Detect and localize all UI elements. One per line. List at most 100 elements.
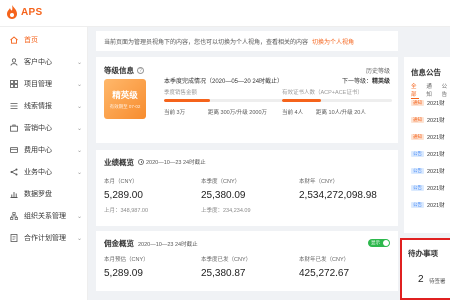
info-tag: 通知 <box>411 100 424 106</box>
sidebar-item-label: 数据罗盘 <box>24 191 52 198</box>
info-list-item[interactable]: 公告 2021财 <box>411 150 445 158</box>
chevron-down-icon: ⌄ <box>77 235 83 242</box>
next-level-text: 下一等级：精英级 <box>341 79 390 85</box>
commission-header: 佣金概览 2020—10—23 24时截止 <box>104 238 198 249</box>
sidebar-item-label: 合作计划管理 <box>24 235 66 242</box>
last-month-value: 上月：348,987.00 <box>104 208 149 214</box>
info-tag: 公告 <box>411 202 424 208</box>
info-title: 信息公告 <box>411 68 441 77</box>
fiscal-year-value: 2,534,272,098.98 <box>299 190 377 201</box>
app-root: APS 首页 客户中心 ⌄ 项目管理 ⌄ 线索情报 ⌄ 营销中心 ⌄ 费用中心 … <box>0 0 450 300</box>
cert-progress: 有效证书人数（ACP+ACE证书） <box>282 88 392 102</box>
info-list-item[interactable]: 通知 2021财 <box>411 99 445 107</box>
commission-time: 2020—10—23 24时截止 <box>138 242 198 248</box>
sidebar-item-marketing-center[interactable]: 营销中心 ⌄ <box>0 119 88 137</box>
info-list-item[interactable]: 通知 2021财 <box>411 133 445 141</box>
fiscal-year-paid-value: 425,272.67 <box>299 268 350 279</box>
todo-label[interactable]: 待签署 <box>429 277 446 285</box>
org-icon <box>10 212 18 220</box>
sales-gap: 距离 300万/升级 2000万 <box>208 110 267 116</box>
tab-notice[interactable]: 通知 <box>426 82 434 99</box>
chart-icon <box>10 192 18 198</box>
clock-icon <box>138 159 144 165</box>
sidebar-item-expense-center[interactable]: 费用中心 ⌄ <box>0 141 88 159</box>
performance-time: 2020—10—23 24时截止 <box>138 158 206 166</box>
todo-card: 待办事项 2 待签署 <box>400 238 450 300</box>
grid-icon <box>10 80 18 88</box>
tab-all[interactable]: 全部 <box>411 82 420 99</box>
chevron-down-icon: ⌄ <box>77 125 83 132</box>
info-item-text: 2021财 <box>427 186 445 192</box>
history-level-link[interactable]: 历史等级 <box>366 66 390 75</box>
sidebar-item-business-center[interactable]: 业务中心 ⌄ <box>0 163 88 181</box>
last-quarter-value: 上季度：234,234.09 <box>201 208 251 214</box>
info-item-text: 2021财 <box>427 203 445 209</box>
chevron-down-icon: ⌄ <box>77 169 83 176</box>
month-label: 本月（CNY） <box>104 179 138 185</box>
performance-title: 业绩概览 <box>104 158 134 167</box>
fiscal-year-label: 本财年（CNY） <box>299 179 339 185</box>
info-tag: 公告 <box>411 151 424 157</box>
info-item-text: 2021财 <box>427 101 445 107</box>
sidebar-item-data-compass[interactable]: 数据罗盘 <box>0 185 88 203</box>
level-badge: 精英级 有效期至 07-02 <box>104 79 146 119</box>
sidebar-item-label: 线索情报 <box>24 103 52 110</box>
info-tag: 通知 <box>411 134 424 140</box>
plan-icon <box>10 234 18 242</box>
sidebar-item-home[interactable]: 首页 <box>0 31 88 49</box>
sidebar-item-label: 费用中心 <box>24 147 52 154</box>
performance-header: 业绩概览 2020—10—23 24时截止 <box>104 157 206 168</box>
sidebar-item-partnership-plan[interactable]: 合作计划管理 ⌄ <box>0 229 88 247</box>
info-panel: 信息公告 全部 通知 公告 通知 2021财 通知 2021财 通知 2021财 公告 202… <box>404 57 450 233</box>
sidebar-item-project-management[interactable]: 项目管理 ⌄ <box>0 75 88 93</box>
quarter-paid-label: 本季度已发（CNY） <box>201 257 252 263</box>
tab-announcement[interactable]: 公告 <box>442 82 450 99</box>
toggle-label: 显示 <box>371 240 380 245</box>
home-icon <box>10 36 18 44</box>
info-tag: 公告 <box>411 185 424 191</box>
logo[interactable]: APS <box>6 5 42 19</box>
level-card: 等级信息 ? 历史等级 精英级 有效期至 07-02 本季度完成情况（2020—… <box>96 57 398 143</box>
show-commission-toggle[interactable]: 显示 <box>368 239 390 247</box>
info-list-item[interactable]: 通知 2021财 <box>411 116 445 124</box>
info-list-item[interactable]: 公告 2021财 <box>411 167 445 175</box>
quarter-paid-value: 25,380.87 <box>201 268 246 279</box>
sidebar-item-label: 项目管理 <box>24 81 52 88</box>
cert-gap: 距离 10人/升级 20人 <box>316 110 366 116</box>
help-icon[interactable]: ? <box>137 67 144 74</box>
level-title: 等级信息 <box>104 66 134 75</box>
chevron-down-icon: ⌄ <box>77 147 83 154</box>
performance-card: 业绩概览 2020—10—23 24时截止 本月（CNY） 5,289.00 上… <box>96 150 398 226</box>
chevron-down-icon: ⌄ <box>77 59 83 66</box>
sidebar-item-label: 组织关系管理 <box>24 213 66 220</box>
flame-logo-icon <box>7 5 17 19</box>
info-list-item[interactable]: 公告 2021财 <box>411 184 445 192</box>
info-item-text: 2021财 <box>427 169 445 175</box>
info-tag: 通知 <box>411 117 424 123</box>
sales-progress: 季度销售金额 <box>164 88 284 102</box>
sidebar-item-customer-center[interactable]: 客户中心 ⌄ <box>0 53 88 71</box>
user-icon <box>10 58 18 66</box>
info-list-item[interactable]: 公告 2021财 <box>411 201 445 209</box>
month-estimate-value: 5,289.09 <box>104 268 143 279</box>
cert-current: 当前 4人 <box>282 110 304 116</box>
chevron-down-icon: ⌄ <box>77 213 83 220</box>
sidebar-item-lead-intel[interactable]: 线索情报 ⌄ <box>0 97 88 115</box>
todo-title: 待办事项 <box>408 249 438 258</box>
commission-title: 佣金概览 <box>104 239 134 248</box>
month-value: 5,289.00 <box>104 190 143 201</box>
list-icon <box>10 103 18 109</box>
sidebar-item-label: 客户中心 <box>24 59 52 66</box>
sidebar: 首页 客户中心 ⌄ 项目管理 ⌄ 线索情报 ⌄ 营销中心 ⌄ 费用中心 ⌄ 业务… <box>0 27 88 300</box>
todo-count[interactable]: 2 <box>418 274 424 285</box>
switch-personal-view-link[interactable]: 切换为个人视角 <box>312 37 354 46</box>
notice-text: 当前页面为管理员视角下的内容，您也可以切换为个人视角，查看相关的内容 <box>104 39 309 46</box>
sales-current: 当前 3万 <box>164 110 186 116</box>
sales-progress-label: 季度销售金额 <box>164 90 198 96</box>
sidebar-item-org-relations[interactable]: 组织关系管理 ⌄ <box>0 207 88 225</box>
sidebar-item-label: 首页 <box>24 37 38 44</box>
level-badge-expiry: 有效期至 07-02 <box>109 104 141 109</box>
info-item-text: 2021财 <box>427 135 445 141</box>
cert-progress-label: 有效证书人数（ACP+ACE证书） <box>282 90 363 96</box>
chevron-down-icon: ⌄ <box>77 81 83 88</box>
